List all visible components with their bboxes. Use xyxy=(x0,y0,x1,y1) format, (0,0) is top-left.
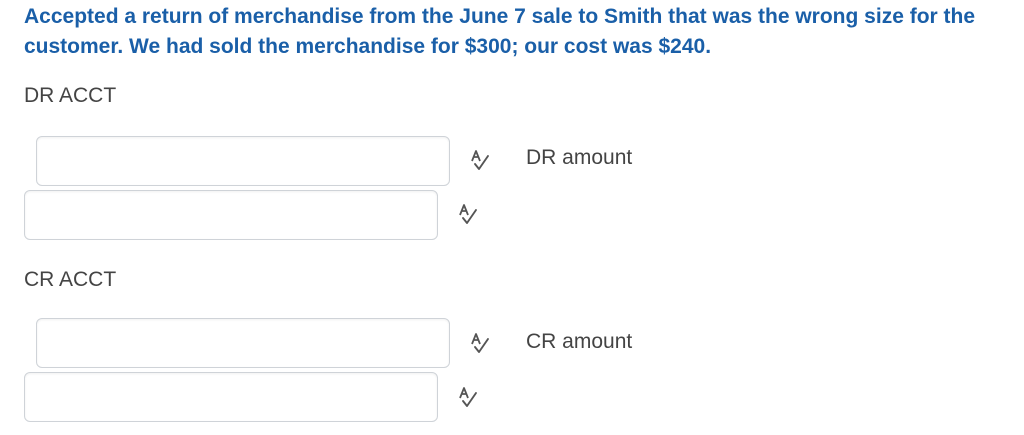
spellcheck-icon[interactable] xyxy=(469,149,491,171)
dr-acct-label: DR ACCT xyxy=(24,84,117,107)
cr-amount-label: CR amount xyxy=(526,330,633,353)
spellcheck-icon[interactable] xyxy=(469,332,491,354)
dr-amount-label: DR amount xyxy=(526,146,633,169)
cr-acct-label: CR ACCT xyxy=(24,268,117,291)
cr-amount-input[interactable] xyxy=(24,372,438,422)
question-text: Accepted a return of merchandise from th… xyxy=(24,5,976,58)
cr-acct-input-1[interactable] xyxy=(36,318,450,368)
spellcheck-icon[interactable] xyxy=(457,203,479,225)
dr-acct-input-1[interactable] xyxy=(36,136,450,186)
dr-amount-input[interactable] xyxy=(24,190,438,240)
spellcheck-icon[interactable] xyxy=(457,386,479,408)
